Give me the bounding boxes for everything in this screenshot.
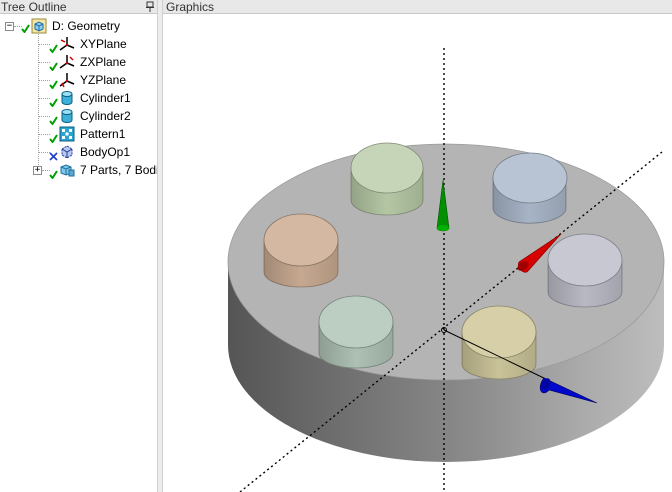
graphics-title: Graphics: [166, 0, 215, 14]
cylinder-left: [263, 213, 339, 288]
plane-axes-icon: [59, 55, 75, 69]
tree-item-yzplane[interactable]: YZPlane: [0, 71, 157, 89]
expand-toggle[interactable]: +: [33, 166, 42, 175]
cylinder-icon: [61, 109, 73, 123]
cylinder-back-right: [492, 152, 568, 224]
tree-item-bodyop1[interactable]: BodyOp1: [0, 143, 157, 161]
tree-outline-header: Tree Outline: [0, 0, 157, 14]
graphics-panel: Graphics: [163, 0, 672, 492]
graphics-header: Graphics: [163, 0, 672, 14]
plane-axes-icon: [59, 73, 75, 88]
check-icon: [21, 24, 30, 33]
tree-item-label: Cylinder2: [80, 109, 131, 123]
tree-item-label: 7 Parts, 7 Bodies: [80, 163, 157, 177]
cylinder-icon: [61, 91, 73, 105]
tree-item-pattern1[interactable]: Pattern1: [0, 125, 157, 143]
tree-item-label: YZPlane: [80, 73, 127, 87]
tree-item-label: XYPlane: [80, 37, 127, 51]
geometry-icon: [31, 18, 47, 34]
graphics-viewport[interactable]: [163, 15, 672, 492]
cylinder-front-right: [461, 305, 537, 380]
check-icon: [49, 44, 58, 53]
plane-axes-icon: [59, 37, 75, 51]
pin-icon[interactable]: [145, 1, 155, 12]
tree-body: − D: Geometry XYPlane ZXPlane YZPlane Cy…: [0, 15, 157, 492]
body-op-icon: [61, 145, 73, 159]
tree-root-label: D: Geometry: [52, 19, 121, 33]
cylinder-right: [547, 233, 623, 308]
check-icon: [49, 98, 58, 107]
check-icon: [49, 116, 58, 125]
tree-item-parts[interactable]: + 7 Parts, 7 Bodies: [0, 161, 157, 179]
tree-item-xyplane[interactable]: XYPlane: [0, 35, 157, 53]
parts-icon: [60, 164, 75, 177]
check-icon: [49, 62, 58, 71]
tree-root-geometry[interactable]: − D: Geometry: [0, 17, 157, 35]
tree-item-label: Pattern1: [80, 127, 126, 141]
tree-outline-panel: Tree Outline − D: Geometry XYPlane ZXPla…: [0, 0, 157, 492]
pattern-icon: [59, 126, 75, 142]
tree-item-label: Cylinder1: [80, 91, 131, 105]
tree-item-cylinder1[interactable]: Cylinder1: [0, 89, 157, 107]
cross-icon: [49, 152, 58, 161]
collapse-toggle[interactable]: −: [5, 22, 14, 31]
check-icon: [49, 134, 58, 143]
tree-item-zxplane[interactable]: ZXPlane: [0, 53, 157, 71]
cylinder-back-left: [350, 142, 424, 216]
tree-item-cylinder2[interactable]: Cylinder2: [0, 107, 157, 125]
check-icon: [49, 80, 58, 89]
cylinder-front-left: [318, 295, 394, 369]
tree-item-label: ZXPlane: [80, 55, 127, 69]
tree-item-label: BodyOp1: [80, 145, 131, 159]
check-icon: [49, 170, 58, 179]
tree-outline-title: Tree Outline: [1, 0, 67, 14]
